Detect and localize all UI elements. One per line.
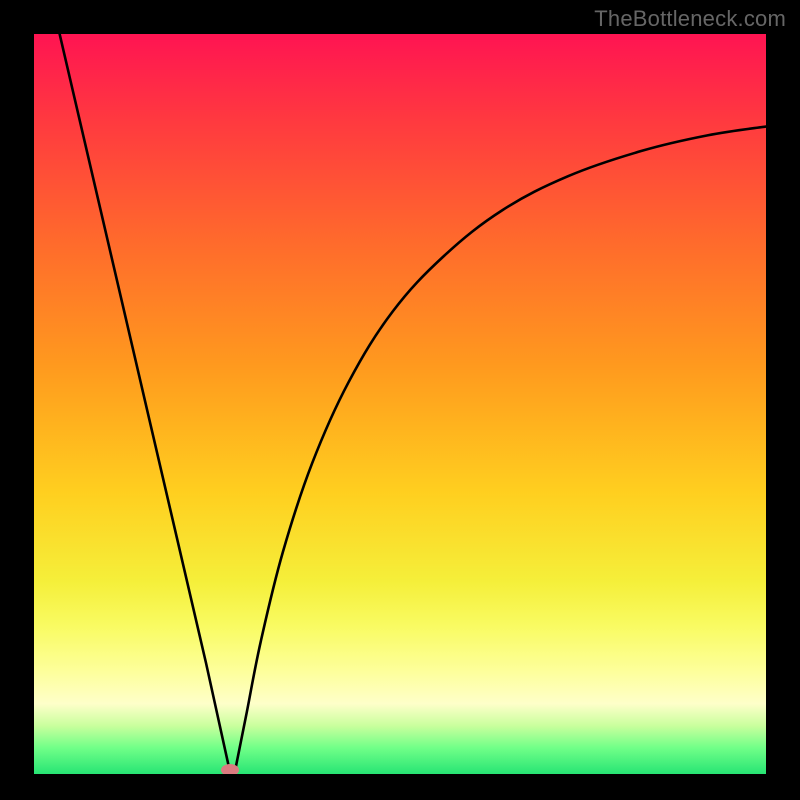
plot-area bbox=[34, 34, 766, 774]
chart-frame: TheBottleneck.com bbox=[0, 0, 800, 800]
bottleneck-curve bbox=[34, 34, 766, 774]
watermark-text: TheBottleneck.com bbox=[594, 6, 786, 32]
optimal-point-marker bbox=[221, 764, 239, 774]
